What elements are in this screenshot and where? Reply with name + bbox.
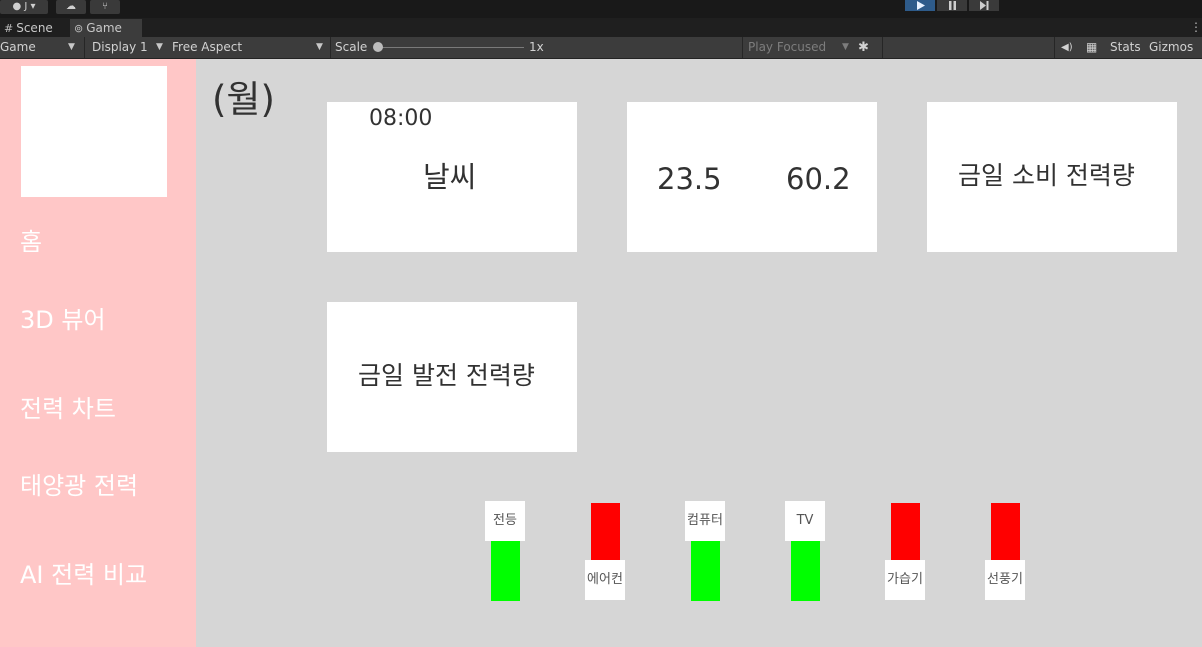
aspect-label: Free Aspect bbox=[172, 40, 243, 54]
aspect-dropdown[interactable]: Free Aspect ▼ bbox=[172, 37, 328, 58]
sidebar-item-home[interactable]: 홈 bbox=[20, 227, 42, 257]
sidebar-item-3d-viewer[interactable]: 3D 뷰어 bbox=[20, 305, 106, 335]
consumption-card[interactable]: 금일 소비 전력량 bbox=[927, 102, 1177, 252]
grid-icon: # bbox=[4, 22, 14, 35]
gizmos-button[interactable]: Gizmos bbox=[1149, 37, 1193, 58]
toolbar-divider bbox=[330, 37, 331, 58]
tab-scene[interactable]: # Scene bbox=[0, 19, 68, 37]
view-tab-bar: # Scene ⊚ Game bbox=[0, 18, 1202, 37]
view-mode-dropdown[interactable]: Game ▼ bbox=[0, 37, 80, 58]
device-tv-status bbox=[791, 541, 820, 601]
scale-slider-track[interactable] bbox=[378, 47, 524, 48]
device-light-label: 전등 bbox=[485, 501, 525, 541]
play-button[interactable] bbox=[905, 0, 935, 11]
generation-label: 금일 발전 전력량 bbox=[358, 361, 535, 390]
device-humidifier[interactable]: 가습기 bbox=[885, 501, 925, 602]
tab-game-label: Game bbox=[86, 21, 122, 35]
chevron-down-icon: ▾ bbox=[30, 1, 36, 12]
play-mode-label: Play Focused bbox=[748, 40, 827, 54]
editor-topbar: ● J ▾ ☁ ⑂ bbox=[0, 0, 1202, 18]
pause-button[interactable] bbox=[937, 0, 967, 11]
device-computer-label: 컴퓨터 bbox=[685, 501, 725, 541]
device-fan-status bbox=[991, 503, 1020, 561]
device-fan[interactable]: 선풍기 bbox=[985, 501, 1025, 602]
more-options-icon[interactable]: ⋮ bbox=[1190, 18, 1202, 37]
device-humidifier-label: 가습기 bbox=[885, 560, 925, 600]
temperature-value: 23.5 bbox=[657, 162, 722, 196]
toolbar-divider bbox=[84, 37, 85, 58]
chevron-down-icon: ▼ bbox=[842, 42, 849, 52]
branch-icon: ⑂ bbox=[102, 1, 108, 12]
gamepad-icon: ⊚ bbox=[74, 22, 84, 35]
device-light-status bbox=[491, 541, 520, 601]
humidity-value: 60.2 bbox=[786, 162, 851, 196]
device-computer[interactable]: 컴퓨터 bbox=[685, 501, 725, 602]
game-view-toolbar: Game ▼ Display 1 ▼ Free Aspect ▼ Scale 1… bbox=[0, 37, 1202, 59]
device-aircon-label: 에어컨 bbox=[585, 560, 625, 600]
weather-card[interactable]: 08:00 날씨 bbox=[327, 102, 577, 252]
scale-label: Scale bbox=[335, 40, 368, 54]
toolbar-divider bbox=[882, 37, 883, 58]
weekday-label: (월) bbox=[212, 78, 275, 121]
device-aircon-status bbox=[591, 503, 620, 561]
audio-mute-icon[interactable]: ◀) bbox=[1061, 37, 1073, 58]
weather-label: 날씨 bbox=[423, 160, 477, 194]
device-computer-status bbox=[691, 541, 720, 601]
tab-game[interactable]: ⊚ Game bbox=[70, 19, 142, 37]
consumption-label: 금일 소비 전력량 bbox=[958, 161, 1135, 190]
pause-icon bbox=[948, 1, 956, 10]
chevron-down-icon: ▼ bbox=[68, 42, 75, 52]
time-label: 08:00 bbox=[369, 106, 433, 131]
play-icon bbox=[916, 1, 925, 10]
stats-grid-icon[interactable]: ▦ bbox=[1086, 37, 1097, 58]
generation-card[interactable]: 금일 발전 전력량 bbox=[327, 302, 577, 452]
logo-placeholder bbox=[21, 66, 167, 197]
display-dropdown[interactable]: Display 1 ▼ bbox=[92, 37, 168, 58]
sidebar-item-power-chart[interactable]: 전력 차트 bbox=[20, 394, 116, 424]
display-label: Display 1 bbox=[92, 40, 148, 54]
tab-scene-label: Scene bbox=[16, 21, 53, 35]
climate-card[interactable]: 23.5 60.2 bbox=[627, 102, 877, 252]
device-tv[interactable]: TV bbox=[785, 501, 825, 602]
step-icon bbox=[979, 1, 988, 10]
device-light[interactable]: 전등 bbox=[485, 501, 525, 602]
play-mode-dropdown[interactable]: Play Focused ▼ bbox=[748, 37, 852, 58]
device-aircon[interactable]: 에어컨 bbox=[585, 501, 625, 602]
sidebar-item-ai-comparison[interactable]: AI 전력 비교 bbox=[20, 560, 147, 590]
step-button[interactable] bbox=[969, 0, 999, 11]
debug-bug-icon[interactable]: ✱ bbox=[858, 37, 869, 58]
scale-slider-knob[interactable] bbox=[373, 42, 383, 52]
device-tv-label: TV bbox=[785, 501, 825, 541]
sidebar: 홈 3D 뷰어 전력 차트 태양광 전력 AI 전력 비교 bbox=[0, 59, 196, 647]
account-icon: ● bbox=[12, 1, 22, 12]
account-label: J bbox=[24, 1, 28, 12]
cloud-icon: ☁ bbox=[66, 1, 76, 12]
account-dropdown[interactable]: ● J ▾ bbox=[0, 0, 48, 14]
chevron-down-icon: ▼ bbox=[156, 42, 163, 52]
collab-button[interactable]: ⑂ bbox=[90, 0, 120, 14]
view-mode-label: Game bbox=[0, 40, 36, 54]
toolbar-divider bbox=[742, 37, 743, 58]
stats-button[interactable]: Stats bbox=[1110, 37, 1141, 58]
cloud-button[interactable]: ☁ bbox=[56, 0, 86, 14]
toolbar-divider bbox=[1054, 37, 1055, 58]
sidebar-item-solar-power[interactable]: 태양광 전력 bbox=[20, 471, 138, 501]
scale-value: 1x bbox=[529, 40, 544, 54]
device-fan-label: 선풍기 bbox=[985, 560, 1025, 600]
chevron-down-icon: ▼ bbox=[316, 42, 323, 52]
device-humidifier-status bbox=[891, 503, 920, 561]
